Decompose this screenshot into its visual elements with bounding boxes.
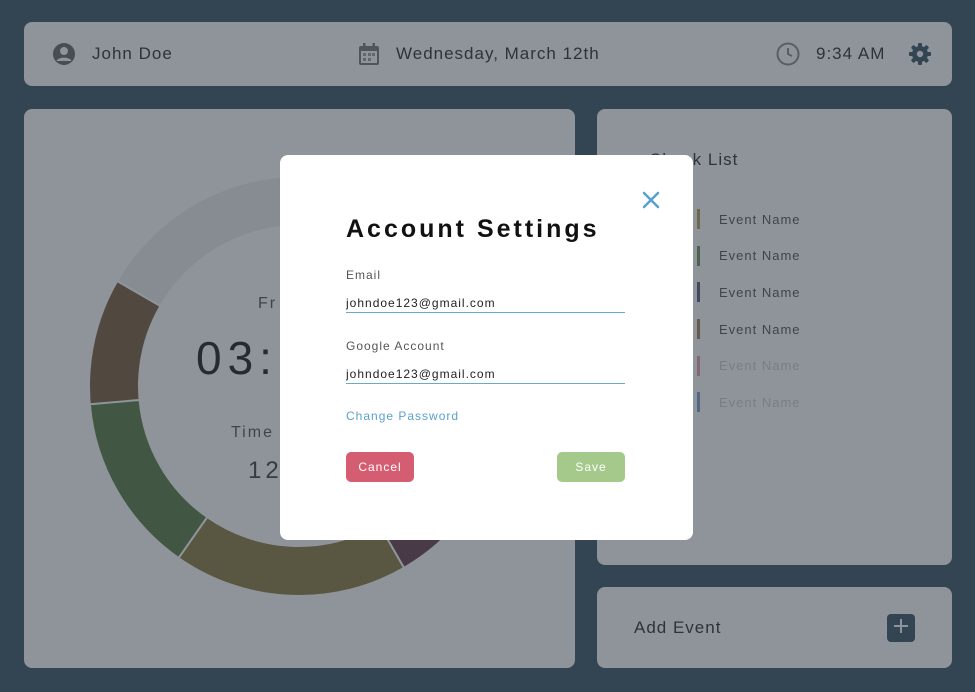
email-field[interactable] <box>346 293 625 313</box>
save-button[interactable]: Save <box>557 452 625 482</box>
account-settings-modal: Account Settings Email Google Account Ch… <box>280 155 693 540</box>
cancel-button[interactable]: Cancel <box>346 452 414 482</box>
email-label: Email <box>346 268 382 282</box>
close-icon[interactable] <box>640 189 662 211</box>
change-password-link[interactable]: Change Password <box>346 409 459 423</box>
modal-title: Account Settings <box>346 215 600 243</box>
google-account-field[interactable] <box>346 364 625 384</box>
google-account-label: Google Account <box>346 339 445 353</box>
